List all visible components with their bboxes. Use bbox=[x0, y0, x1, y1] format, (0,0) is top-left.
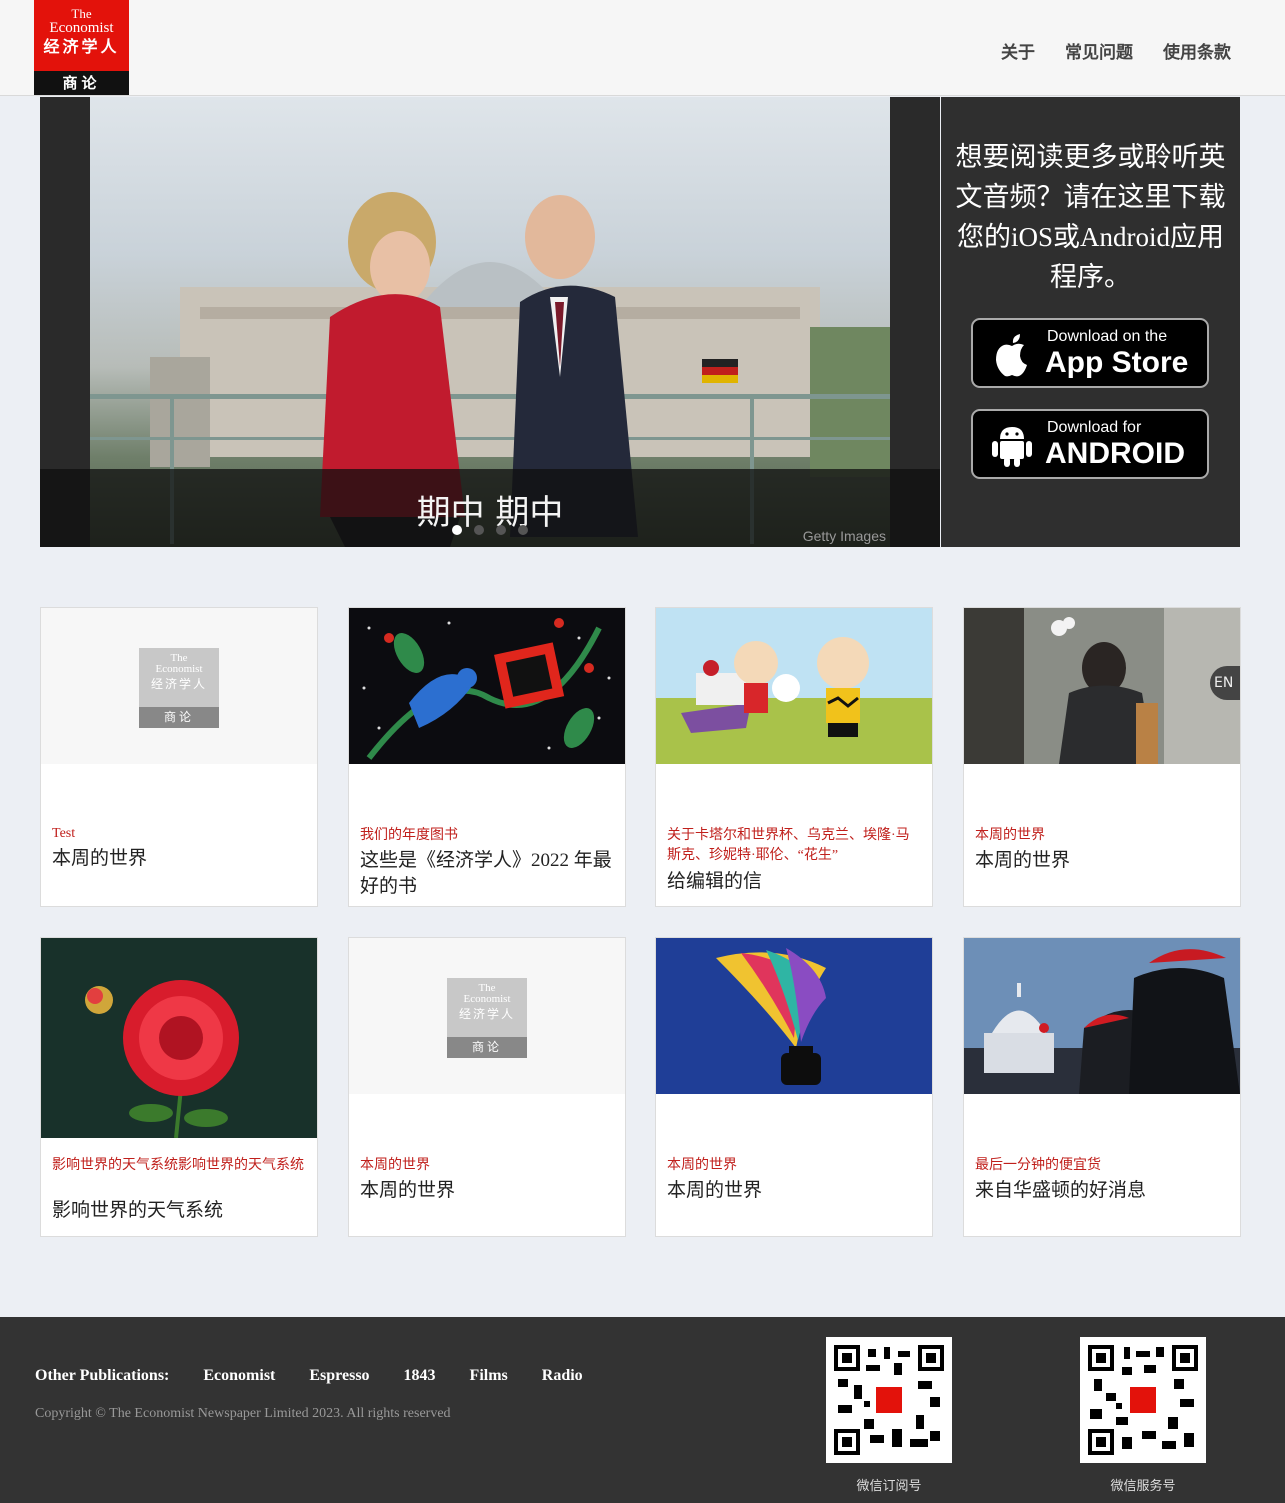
card-kicker: 关于卡塔尔和世界杯、乌克兰、埃隆·马斯克、珍妮特·耶伦、“花生” bbox=[667, 828, 910, 863]
qr-label-service: 微信服务号 bbox=[1110, 1479, 1176, 1494]
placeholder-logo: The Economist 经济学人 商论 bbox=[349, 938, 625, 1094]
site-footer: Other Publications: Economist Espresso 1… bbox=[0, 1317, 1285, 1503]
photo-credit: Getty Images bbox=[802, 528, 886, 544]
app-promo-text: 想要阅读更多或聆听英文音频？请在这里下载您的iOS或Android应用程序。 bbox=[955, 142, 1226, 292]
android-big: ANDROID bbox=[1045, 437, 1185, 470]
card-image bbox=[349, 608, 625, 764]
placeholder-logo: The Economist 经济学人 商论 bbox=[41, 608, 317, 764]
street-photo bbox=[964, 608, 1240, 764]
quill-illustration bbox=[656, 938, 932, 1094]
economist-logo[interactable]: The Economist 经济学人 商论 bbox=[34, 0, 129, 95]
article-card-7[interactable]: 本周的世界 本周的世界 bbox=[655, 937, 933, 1237]
nav-terms[interactable]: 使用条款 bbox=[1163, 38, 1231, 63]
android-button[interactable]: Download for ANDROID bbox=[971, 409, 1209, 479]
nav-faq[interactable]: 常见问题 bbox=[1065, 38, 1133, 63]
card-headline[interactable]: 来自华盛顿的好消息 bbox=[975, 1178, 1231, 1204]
logo-chinese: 经济学人 bbox=[43, 37, 120, 56]
copyright: Copyright © The Economist Newspaper Limi… bbox=[35, 1406, 451, 1421]
nav-about[interactable]: 关于 bbox=[1001, 38, 1035, 63]
app-download-panel: 想要阅读更多或聆听英文音频？请在这里下载您的iOS或Android应用程序。 D… bbox=[941, 97, 1240, 547]
carousel-dot-3[interactable] bbox=[496, 525, 506, 535]
article-card-5[interactable]: 影响世界的天气系统影响世界的天气系统 影响世界的天气系统 bbox=[40, 937, 318, 1237]
card-image bbox=[964, 608, 1240, 764]
article-card-3[interactable]: 关于卡塔尔和世界杯、乌克兰、埃隆·马斯克、珍妮特·耶伦、“花生” 给编辑的信 bbox=[655, 607, 933, 907]
article-card-1[interactable]: The Economist 经济学人 商论 Test 本周的世界 bbox=[40, 607, 318, 907]
carousel-dot-1[interactable] bbox=[452, 525, 462, 535]
card-kicker: 本周的世界 bbox=[975, 828, 1045, 843]
capitol-photo bbox=[964, 938, 1240, 1094]
pub-espresso[interactable]: Espresso bbox=[309, 1367, 369, 1385]
article-card-6[interactable]: The Economist 经济学人 商论 本周的世界 本周的世界 bbox=[348, 937, 626, 1237]
card-headline[interactable]: 本周的世界 bbox=[975, 848, 1231, 874]
carousel-dot-4[interactable] bbox=[518, 525, 528, 535]
logo-red-block: The Economist 经济学人 bbox=[34, 0, 129, 71]
card-headline[interactable]: 这些是《经济学人》2022 年最好的书 bbox=[360, 848, 616, 900]
card-headline[interactable]: 本周的世界 bbox=[360, 1178, 616, 1204]
qr-subscription: 微信订阅号 bbox=[826, 1337, 952, 1494]
card-headline[interactable]: 给编辑的信 bbox=[667, 869, 923, 895]
card-image bbox=[964, 938, 1240, 1094]
card-kicker: Test bbox=[52, 826, 76, 841]
pub-1843[interactable]: 1843 bbox=[404, 1367, 436, 1385]
hero-carousel[interactable]: 期中 期中 Getty Images bbox=[40, 97, 940, 547]
logo-the: The bbox=[71, 6, 92, 21]
app-store-button[interactable]: Download on the App Store bbox=[971, 318, 1209, 388]
article-card-8[interactable]: 最后一分钟的便宜货 来自华盛顿的好消息 bbox=[963, 937, 1241, 1237]
android-small: Download for bbox=[1047, 419, 1142, 436]
site-header: The Economist 经济学人 商论 关于 常见问题 使用条款 bbox=[0, 0, 1285, 96]
card-image bbox=[41, 938, 317, 1138]
apple-icon bbox=[996, 334, 1027, 377]
card-headline[interactable]: 本周的世界 bbox=[52, 846, 308, 872]
article-card-4[interactable]: EN 本周的世界 本周的世界 bbox=[963, 607, 1241, 907]
card-image bbox=[656, 608, 932, 764]
card-kicker: 本周的世界 bbox=[667, 1158, 737, 1173]
pub-economist[interactable]: Economist bbox=[203, 1367, 275, 1385]
card-image: The Economist 经济学人 商论 bbox=[41, 608, 317, 764]
logo-economist: Economist bbox=[49, 20, 114, 36]
qr-code-icon bbox=[826, 1337, 952, 1463]
qr-service: 微信服务号 bbox=[1080, 1337, 1206, 1494]
dahlia-photo bbox=[41, 938, 317, 1138]
books-illustration bbox=[349, 608, 625, 764]
card-kicker: 最后一分钟的便宜货 bbox=[975, 1158, 1101, 1173]
pubs-label: Other Publications: bbox=[35, 1367, 170, 1384]
app-store-big: App Store bbox=[1045, 346, 1189, 379]
card-kicker: 影响世界的天气系统影响世界的天气系统 bbox=[52, 1158, 304, 1173]
android-icon bbox=[992, 427, 1032, 467]
card-kicker: 我们的年度图书 bbox=[360, 828, 458, 843]
card-image bbox=[656, 938, 932, 1094]
article-card-2[interactable]: 我们的年度图书 这些是《经济学人》2022 年最好的书 bbox=[348, 607, 626, 907]
card-kicker: 本周的世界 bbox=[360, 1158, 430, 1173]
qr-label-subscription: 微信订阅号 bbox=[856, 1479, 922, 1494]
top-nav: 关于 常见问题 使用条款 bbox=[1001, 38, 1231, 63]
qr-code-icon bbox=[1080, 1337, 1206, 1463]
logo-sub: 商论 bbox=[34, 71, 129, 95]
language-toggle[interactable]: EN bbox=[1210, 666, 1240, 700]
card-image: The Economist 经济学人 商论 bbox=[349, 938, 625, 1094]
peanuts-illustration bbox=[656, 608, 932, 764]
pub-films[interactable]: Films bbox=[470, 1367, 508, 1385]
carousel-dots bbox=[452, 525, 528, 535]
card-headline[interactable]: 影响世界的天气系统 bbox=[52, 1198, 308, 1224]
app-store-small: Download on the bbox=[1047, 328, 1168, 345]
card-headline[interactable]: 本周的世界 bbox=[667, 1178, 923, 1204]
carousel-dot-2[interactable] bbox=[474, 525, 484, 535]
other-publications: Other Publications: Economist Espresso 1… bbox=[35, 1367, 583, 1385]
pub-radio[interactable]: Radio bbox=[542, 1367, 583, 1385]
